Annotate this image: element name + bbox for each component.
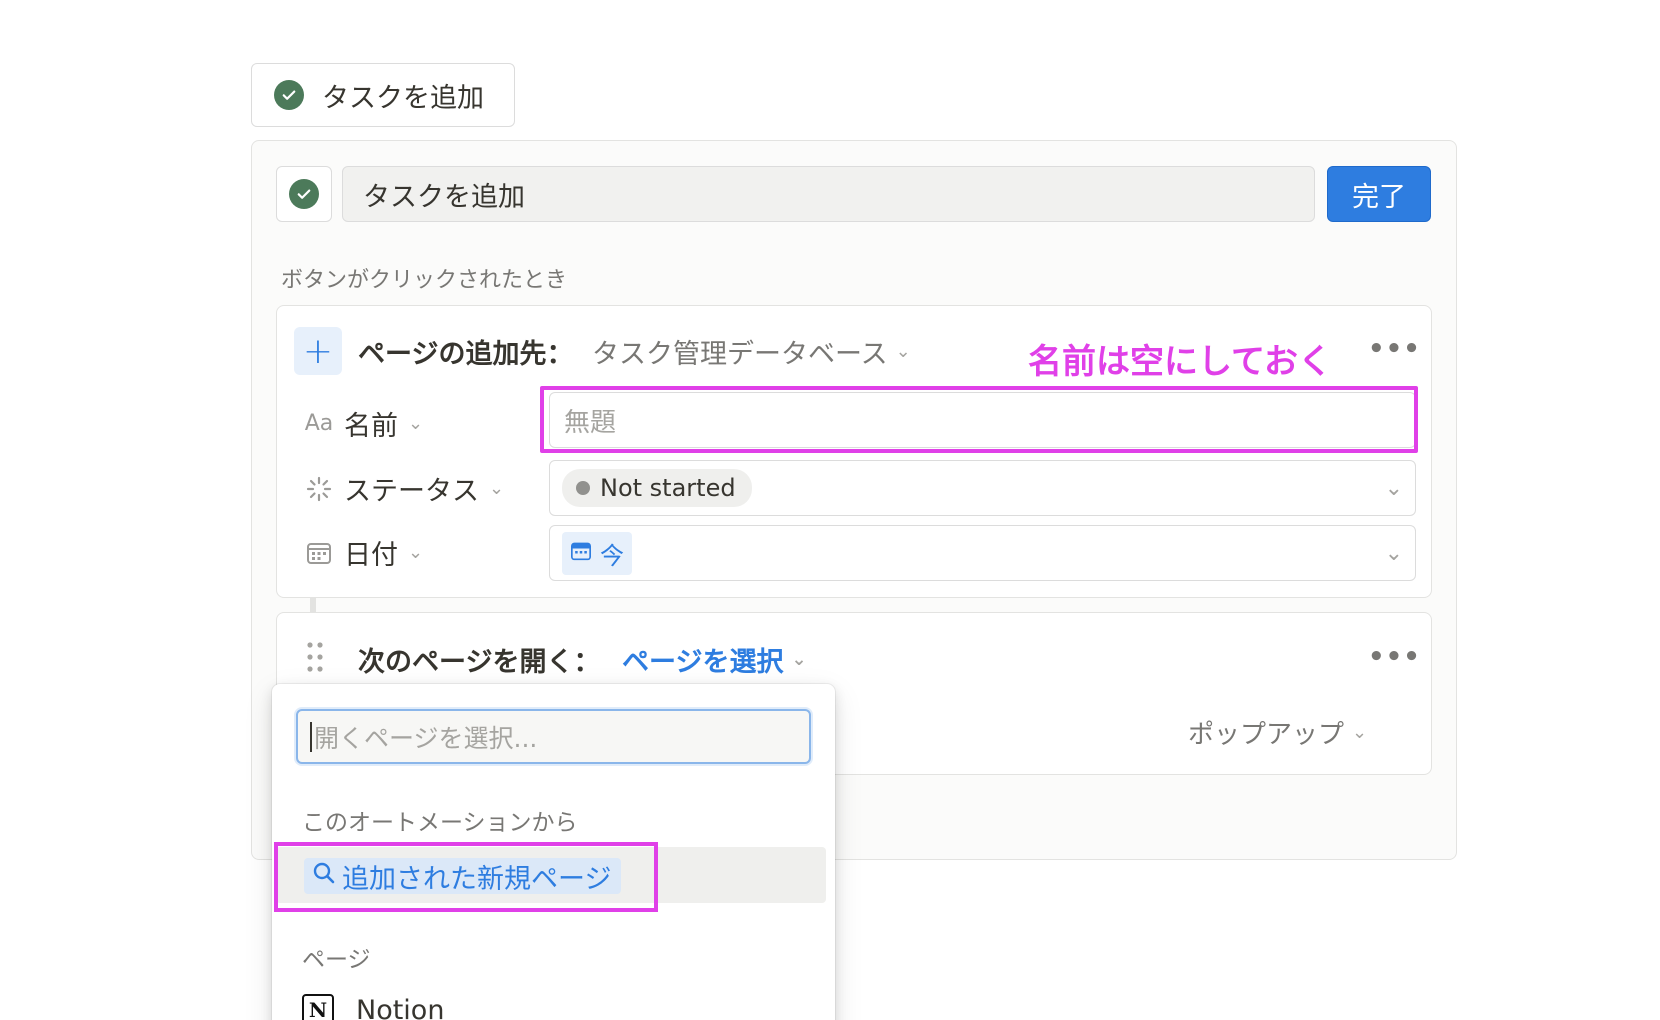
select-page-button[interactable]: ページを選択 ⌄ — [622, 640, 807, 679]
menu-item-notion[interactable]: N Notion — [302, 994, 444, 1020]
status-select[interactable]: Not started ⌄ — [549, 460, 1416, 516]
chevron-down-icon: ⌄ — [489, 478, 505, 499]
section-heading-automation: このオートメーションから — [302, 810, 578, 836]
open-mode-select[interactable]: ポップアップ ⌄ — [1188, 714, 1367, 751]
page-search-placeholder: 開くページを選択... — [314, 723, 538, 753]
check-circle-icon — [289, 179, 319, 209]
database-selector[interactable]: タスク管理データベース ⌄ — [592, 332, 911, 371]
date-select[interactable]: 今 ⌄ — [549, 525, 1416, 581]
add-page-action-label: ページの追加先： — [358, 339, 574, 370]
status-badge: Not started — [562, 469, 752, 507]
annotation-highlight-box — [540, 386, 1418, 453]
drag-handle-icon[interactable] — [305, 640, 325, 674]
status-dot-icon — [576, 481, 590, 495]
date-value: 今 — [600, 541, 624, 570]
select-page-label: ページを選択 — [622, 647, 784, 678]
open-page-action-label: 次のページを開く： — [358, 647, 601, 678]
annotation-highlight-box — [274, 842, 658, 912]
property-label: 日付 — [344, 540, 398, 571]
plus-icon[interactable]: + — [294, 327, 342, 375]
property-name-label[interactable]: Aa 名前 ⌄ — [304, 404, 423, 443]
status-spinner-icon — [304, 476, 334, 502]
page-search-input[interactable]: 開くページを選択... — [296, 709, 811, 764]
trigger-label: ボタンがクリックされたとき — [281, 268, 568, 293]
button-icon-picker[interactable] — [276, 166, 332, 222]
check-circle-icon — [274, 80, 304, 110]
text-aa-icon: Aa — [304, 411, 334, 436]
database-name: タスク管理データベース — [592, 339, 888, 370]
open-mode-value: ポップアップ — [1188, 720, 1345, 750]
chevron-down-icon: ⌄ — [408, 413, 424, 434]
property-label: 名前 — [344, 411, 398, 442]
calendar-icon — [570, 539, 592, 567]
property-date-label[interactable]: 日付 ⌄ — [304, 533, 423, 572]
chevron-down-icon: ⌄ — [791, 649, 807, 670]
chevron-down-icon: ⌄ — [408, 542, 424, 563]
chevron-down-icon: ⌄ — [1352, 722, 1368, 743]
menu-item-label: Notion — [356, 994, 445, 1020]
text-caret — [310, 721, 312, 752]
annotation-text: 名前は空にしておく — [1028, 342, 1332, 382]
done-button[interactable]: 完了 — [1327, 166, 1431, 222]
more-options-icon[interactable]: ••• — [1368, 334, 1421, 364]
section-heading-pages: ページ — [302, 947, 371, 973]
button-chip-label: タスクを追加 — [322, 82, 484, 114]
notion-logo-icon: N — [302, 994, 334, 1020]
date-badge: 今 — [562, 531, 632, 575]
chevron-down-icon: ⌄ — [895, 341, 911, 362]
property-status-label[interactable]: ステータス ⌄ — [304, 469, 504, 508]
more-options-icon[interactable]: ••• — [1368, 642, 1421, 672]
calendar-icon — [304, 541, 334, 565]
automation-button-chip[interactable]: タスクを追加 — [251, 63, 515, 127]
chevron-down-icon[interactable]: ⌄ — [1385, 476, 1403, 501]
button-name-input[interactable]: タスクを追加 — [342, 166, 1315, 222]
status-value: Not started — [600, 474, 736, 502]
chevron-down-icon[interactable]: ⌄ — [1385, 541, 1403, 566]
property-label: ステータス — [344, 476, 479, 507]
